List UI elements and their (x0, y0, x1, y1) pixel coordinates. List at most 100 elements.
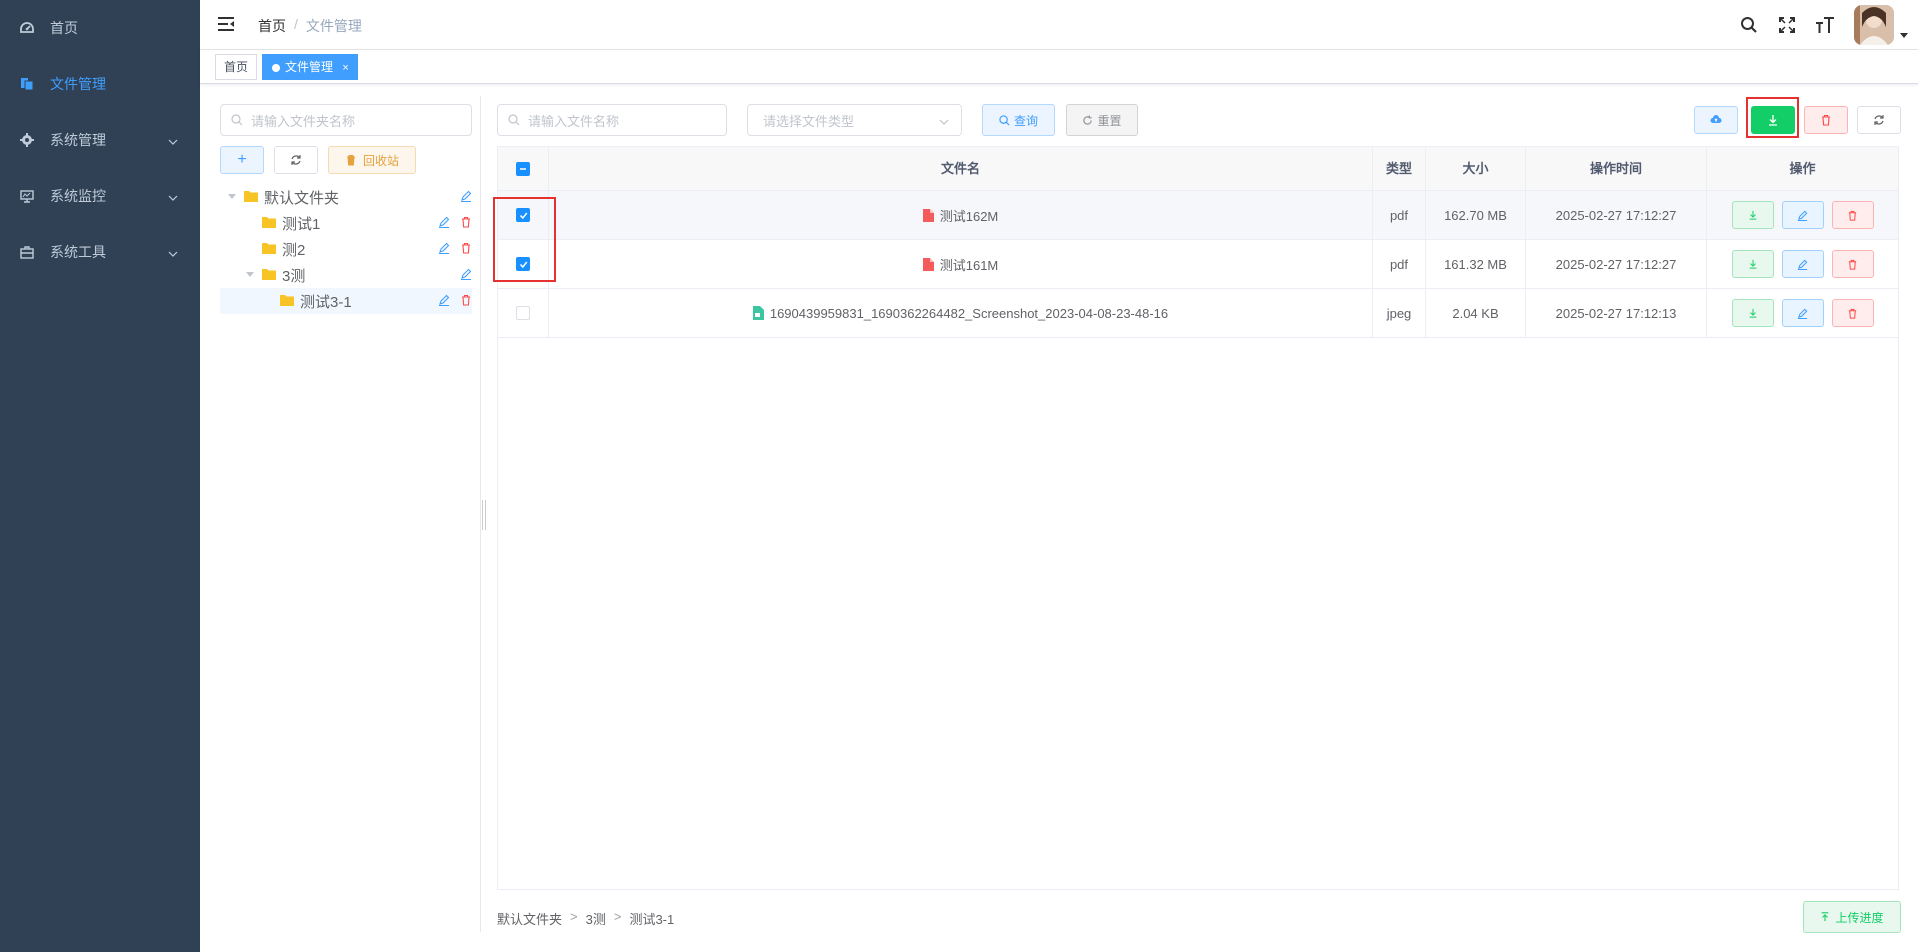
row-edit-button[interactable] (1781, 299, 1824, 327)
row-download-button[interactable] (1731, 201, 1774, 229)
delete-icon (1822, 114, 1830, 126)
hamburger-menu-icon[interactable] (216, 14, 236, 34)
upload-progress-button[interactable]: 上传进度 (1803, 901, 1901, 933)
path-item[interactable]: 3测 (586, 909, 606, 928)
tree-node-test3-1[interactable]: 测试3-1 (220, 288, 472, 314)
breadcrumb-item-home[interactable]: 首页 (258, 16, 286, 36)
row-delete-button[interactable] (1831, 299, 1874, 327)
avatar[interactable] (1854, 5, 1894, 45)
file-search-input[interactable]: 请输入文件名称 (497, 104, 727, 136)
edit-icon[interactable] (438, 294, 450, 306)
breadcrumb-separator: / (294, 16, 298, 32)
highlight-box (1746, 97, 1799, 138)
active-dot-icon (272, 64, 280, 72)
delete-icon[interactable] (460, 216, 472, 228)
panel-divider (480, 96, 481, 932)
delete-icon (1848, 308, 1857, 319)
table-row[interactable]: 测试162M pdf 162.70 MB 2025-02-27 17:12:27 (498, 191, 1898, 240)
edit-icon[interactable] (438, 242, 450, 254)
row-checkbox[interactable] (516, 306, 530, 320)
monitor-icon (20, 189, 34, 203)
edit-icon[interactable] (460, 190, 472, 202)
sidebar-item-system-management[interactable]: 系统管理 (0, 112, 200, 168)
refresh-tree-button[interactable] (274, 146, 318, 174)
node-actions (438, 242, 472, 254)
type-cell: pdf (1373, 191, 1426, 239)
dashboard-icon (20, 21, 34, 35)
file-search-placeholder: 请输入文件名称 (528, 113, 620, 129)
refresh-icon (1874, 115, 1884, 125)
sidebar-item-home[interactable]: 首页 (0, 0, 200, 56)
tree-node-test2[interactable]: 测2 (220, 236, 472, 262)
tag-label: 文件管理 (285, 60, 334, 74)
refresh-list-button[interactable] (1857, 106, 1901, 134)
refresh-icon (1083, 114, 1093, 125)
row-edit-button[interactable] (1781, 250, 1824, 278)
filename-text[interactable]: 测试161M (940, 255, 999, 274)
filename-text[interactable]: 1690439959831_1690362264482_Screenshot_2… (770, 306, 1168, 321)
size-cell: 2.04 KB (1426, 289, 1526, 337)
download-icon (1749, 308, 1756, 318)
caret-down-icon[interactable] (244, 272, 256, 278)
trash-icon (346, 155, 355, 166)
folder-search-input[interactable]: 请输入文件夹名称 (220, 104, 472, 136)
close-icon[interactable]: × (342, 62, 348, 74)
fullscreen-icon[interactable] (1776, 14, 1798, 36)
filename-cell: 测试161M (549, 240, 1373, 288)
tag-home[interactable]: 首页 (215, 54, 258, 80)
node-actions (460, 190, 472, 202)
row-delete-button[interactable] (1831, 250, 1874, 278)
sidebar-item-file-management[interactable]: 文件管理 (0, 56, 200, 112)
folder-search-placeholder: 请输入文件夹名称 (251, 113, 356, 129)
row-edit-button[interactable] (1781, 201, 1824, 229)
recycle-bin-button[interactable]: 回收站 (328, 146, 416, 174)
caret-down-icon[interactable] (1900, 26, 1908, 42)
resize-handle[interactable] (482, 500, 486, 530)
tree-node-3test[interactable]: 3测 (220, 262, 472, 288)
font-size-icon[interactable] (1814, 14, 1836, 36)
edit-icon (1797, 308, 1808, 319)
node-actions (438, 294, 472, 306)
row-download-button[interactable] (1731, 299, 1774, 327)
reset-button[interactable]: 重置 (1066, 104, 1138, 136)
delete-icon[interactable] (460, 294, 472, 306)
path-item[interactable]: 测试3-1 (629, 909, 674, 928)
add-folder-button[interactable]: + (220, 146, 264, 174)
tags-view: 首页 文件管理 × (200, 50, 1918, 84)
refresh-icon (291, 155, 301, 165)
sidebar-item-label: 首页 (50, 20, 78, 36)
table-row[interactable]: 测试161M pdf 161.32 MB 2025-02-27 17:12:27 (498, 240, 1898, 289)
path-item[interactable]: 默认文件夹 (497, 909, 562, 928)
tree-node-test1[interactable]: 测试1 (220, 210, 472, 236)
actions-cell (1707, 240, 1898, 288)
row-delete-button[interactable] (1831, 201, 1874, 229)
tree-node-label: 测2 (282, 241, 306, 259)
sidebar-item-system-tools[interactable]: 系统工具 (0, 224, 200, 280)
tree-node-default-folder[interactable]: 默认文件夹 (220, 184, 472, 210)
filename-cell: 1690439959831_1690362264482_Screenshot_2… (549, 289, 1373, 337)
caret-down-icon[interactable] (226, 194, 238, 200)
row-download-button[interactable] (1731, 250, 1774, 278)
select-all-checkbox[interactable] (516, 162, 530, 176)
edit-icon[interactable] (438, 216, 450, 228)
chevron-down-icon (168, 134, 178, 150)
size-cell: 161.32 MB (1426, 240, 1526, 288)
edit-icon (1797, 210, 1808, 221)
sidebar-item-system-monitor[interactable]: 系统监控 (0, 168, 200, 224)
filename-text[interactable]: 测试162M (940, 206, 999, 225)
batch-delete-button[interactable] (1804, 106, 1848, 134)
file-type-select[interactable]: 请选择文件类型 (747, 104, 962, 136)
edit-icon[interactable] (460, 268, 472, 280)
node-actions (438, 216, 472, 228)
navbar: 首页 / 文件管理 (200, 0, 1918, 50)
image-file-icon (752, 306, 764, 320)
delete-icon[interactable] (460, 242, 472, 254)
tag-file-management[interactable]: 文件管理 × (262, 54, 358, 80)
upload-button[interactable] (1694, 106, 1738, 134)
table-row[interactable]: 1690439959831_1690362264482_Screenshot_2… (498, 289, 1898, 338)
search-icon (999, 114, 1010, 126)
search-icon[interactable] (1738, 14, 1760, 36)
folder-icon (262, 215, 276, 232)
query-button[interactable]: 查询 (982, 104, 1055, 136)
pdf-icon (922, 208, 934, 222)
